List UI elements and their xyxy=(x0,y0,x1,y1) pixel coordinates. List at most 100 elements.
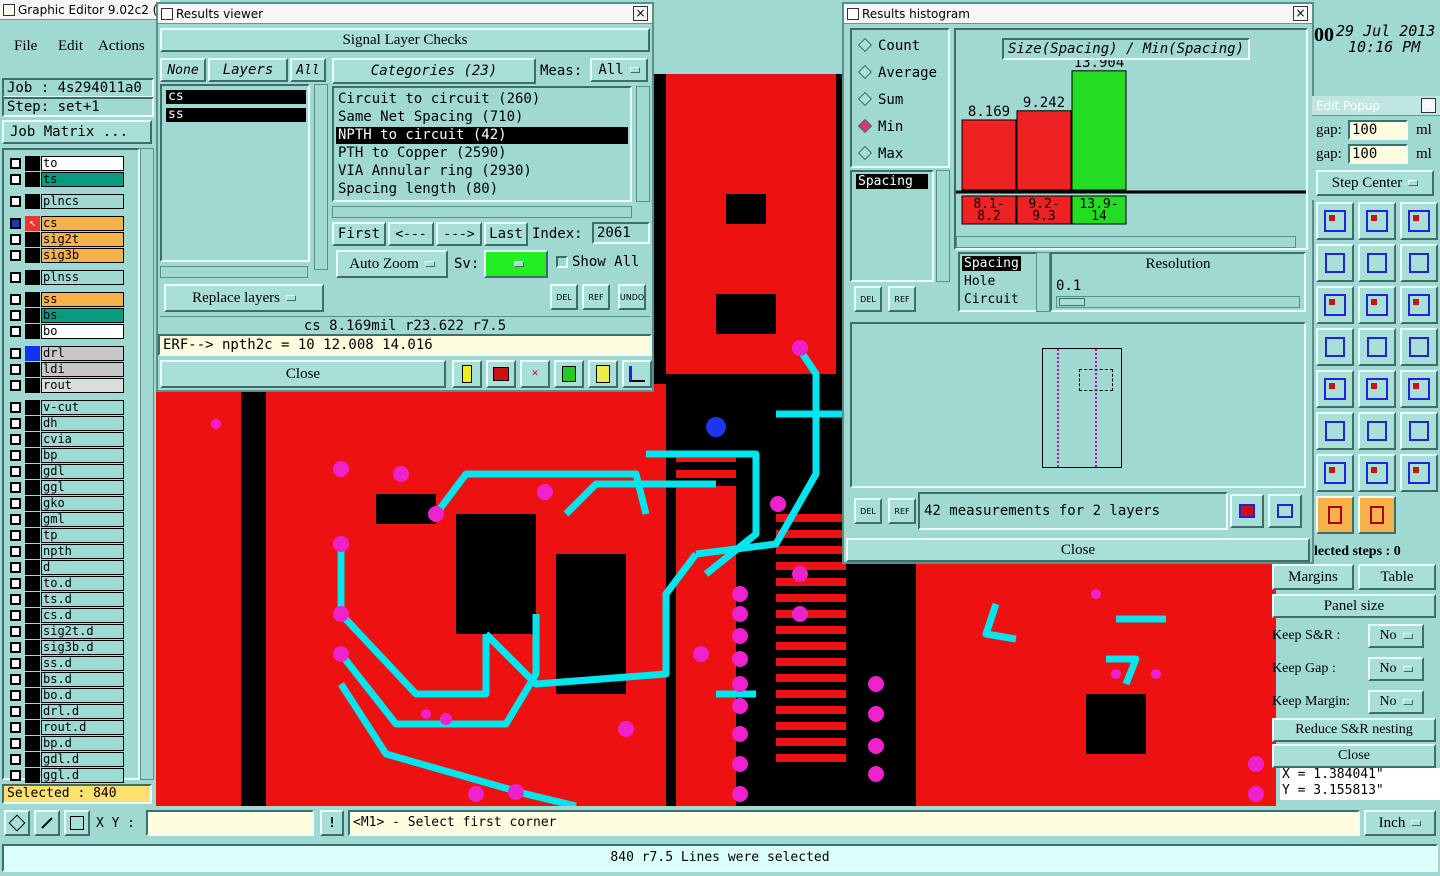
layer-row-rout[interactable]: rout xyxy=(8,378,124,393)
select-tool-icon[interactable] xyxy=(4,810,30,836)
layer-checkbox[interactable] xyxy=(10,578,21,589)
layer-checkbox[interactable] xyxy=(10,326,21,337)
menu-actions[interactable]: Actions xyxy=(98,38,145,55)
category-item[interactable]: Circuit to circuit (260) xyxy=(336,91,628,108)
unit-dropdown[interactable]: Inch xyxy=(1364,810,1436,836)
undo-button[interactable]: UNDO xyxy=(618,284,646,310)
show-all-checkbox[interactable] xyxy=(556,256,568,268)
category-item[interactable]: NPTH to circuit (42) xyxy=(336,127,628,144)
table-button[interactable]: Table xyxy=(1358,564,1436,590)
layer-checkbox[interactable] xyxy=(10,234,21,245)
step-icon[interactable] xyxy=(554,360,584,388)
sv-color-dropdown[interactable] xyxy=(484,250,548,278)
list-item[interactable]: Circuit xyxy=(964,292,1019,307)
layer-row-bp.d[interactable]: bp.d xyxy=(8,736,124,751)
layer-checkbox[interactable] xyxy=(10,610,21,621)
layer-checkbox[interactable] xyxy=(10,250,21,261)
layer-checkbox[interactable] xyxy=(10,562,21,573)
category-hscrollbar[interactable] xyxy=(332,206,632,218)
histogram-bar[interactable] xyxy=(961,119,1017,191)
histogram-close-button[interactable]: Close xyxy=(846,538,1310,562)
reduce-sr-nesting-button[interactable]: Reduce S&R nesting xyxy=(1272,718,1436,742)
layer-checkbox[interactable] xyxy=(10,294,21,305)
zoom-selected-icon[interactable] xyxy=(1268,494,1302,528)
center-h-icon[interactable] xyxy=(1358,454,1396,492)
layer-row-gml[interactable]: gml xyxy=(8,512,124,527)
layer-checkbox[interactable] xyxy=(10,706,21,717)
categories-tab[interactable]: Categories (23) xyxy=(332,58,536,84)
move-step-icon[interactable] xyxy=(1316,244,1354,282)
layer-row-tp[interactable]: tp xyxy=(8,528,124,543)
layers-hscrollbar[interactable] xyxy=(160,266,308,278)
layer-row-v-cut[interactable]: v-cut xyxy=(8,400,124,415)
align-row-icon[interactable] xyxy=(1358,328,1396,366)
layer-row-plncs[interactable]: plncs xyxy=(8,194,124,209)
layer-checkbox[interactable] xyxy=(10,450,21,461)
distribute-icon[interactable] xyxy=(1400,328,1438,366)
type-scrollbar[interactable] xyxy=(1036,252,1050,312)
layer-checkbox[interactable] xyxy=(10,418,21,429)
auto-zoom-dropdown[interactable]: Auto Zoom xyxy=(336,250,448,278)
category-item[interactable]: Spacing length (80) xyxy=(336,181,628,198)
all-button[interactable]: All xyxy=(290,58,326,82)
layer-row-sig2t[interactable]: sig2t xyxy=(8,232,124,247)
histogram-bar[interactable] xyxy=(1071,70,1127,191)
stack-icon[interactable] xyxy=(1316,286,1354,324)
hist-del-button[interactable]: DEL xyxy=(854,286,882,312)
results-close-button[interactable]: Close xyxy=(160,360,446,388)
option-sum[interactable]: Sum xyxy=(857,91,903,108)
layer-row-sig2t.d[interactable]: sig2t.d xyxy=(8,624,124,639)
layer-checkbox[interactable] xyxy=(10,498,21,509)
layer-checkbox[interactable] xyxy=(10,738,21,749)
layer-list-scrollbar[interactable] xyxy=(140,148,154,780)
layer-row-ggl.d[interactable]: ggl.d xyxy=(8,768,124,783)
pointer-edit-icon[interactable] xyxy=(1316,496,1354,534)
space-even-icon[interactable] xyxy=(1358,370,1396,408)
layer-checkbox[interactable] xyxy=(10,272,21,283)
option-count[interactable]: Count xyxy=(857,37,920,54)
margins-button[interactable]: Margins xyxy=(1272,564,1354,590)
layer-row-gdl.d[interactable]: gdl.d xyxy=(8,752,124,767)
layer-row-plnss[interactable]: plnss xyxy=(8,270,124,285)
arrange-icon[interactable] xyxy=(1400,286,1438,324)
mirror-icon[interactable] xyxy=(1358,286,1396,324)
copy-step-icon[interactable] xyxy=(1358,244,1396,282)
none-button[interactable]: None xyxy=(160,58,206,82)
layer-row-to.d[interactable]: to.d xyxy=(8,576,124,591)
layer-row-sig3b.d[interactable]: sig3b.d xyxy=(8,640,124,655)
list-item[interactable]: Spacing xyxy=(856,174,928,189)
layer-checkbox[interactable] xyxy=(10,674,21,685)
layer-row-npth[interactable]: npth xyxy=(8,544,124,559)
layer-checkbox[interactable] xyxy=(10,196,21,207)
category-item[interactable]: PTH to Copper (2590) xyxy=(336,145,628,162)
layer-row-rout.d[interactable]: rout.d xyxy=(8,720,124,735)
layer-checkbox[interactable] xyxy=(10,722,21,733)
layer-row-gko[interactable]: gko xyxy=(8,496,124,511)
layer-row-to[interactable]: to xyxy=(8,156,124,171)
layer-row-ts[interactable]: ts xyxy=(8,172,124,187)
layer-row-bs.d[interactable]: bs.d xyxy=(8,672,124,687)
layer-row-drl[interactable]: drl xyxy=(8,346,124,361)
layer-checkbox[interactable] xyxy=(10,594,21,605)
layer-row-gdl[interactable]: gdl xyxy=(8,464,124,479)
layer-row-ss[interactable]: ss xyxy=(8,292,124,307)
center-v-icon[interactable] xyxy=(1316,454,1354,492)
layer-row-cs.d[interactable]: cs.d xyxy=(8,608,124,623)
list-item[interactable]: Hole xyxy=(964,274,995,289)
keep-gap-dropdown[interactable]: No xyxy=(1368,657,1424,681)
layers-scrollbar[interactable] xyxy=(314,84,328,270)
highlight-icon[interactable] xyxy=(452,360,482,388)
push-right-icon[interactable] xyxy=(1316,412,1354,450)
prev-button[interactable]: <--- xyxy=(388,222,434,246)
push-down-icon[interactable] xyxy=(1400,412,1438,450)
layer-checkbox[interactable] xyxy=(10,658,21,669)
layer-checkbox[interactable] xyxy=(10,514,21,525)
histogram-icon[interactable] xyxy=(622,360,652,388)
layer-row-d[interactable]: d xyxy=(8,560,124,575)
resolution-slider[interactable] xyxy=(1056,296,1300,308)
index-input[interactable]: 2061 xyxy=(592,222,650,244)
keep-sr-dropdown[interactable]: No xyxy=(1368,624,1424,648)
option-min[interactable]: Min xyxy=(857,118,903,135)
last-button[interactable]: Last xyxy=(484,222,528,246)
del-button[interactable]: DEL xyxy=(550,284,578,310)
